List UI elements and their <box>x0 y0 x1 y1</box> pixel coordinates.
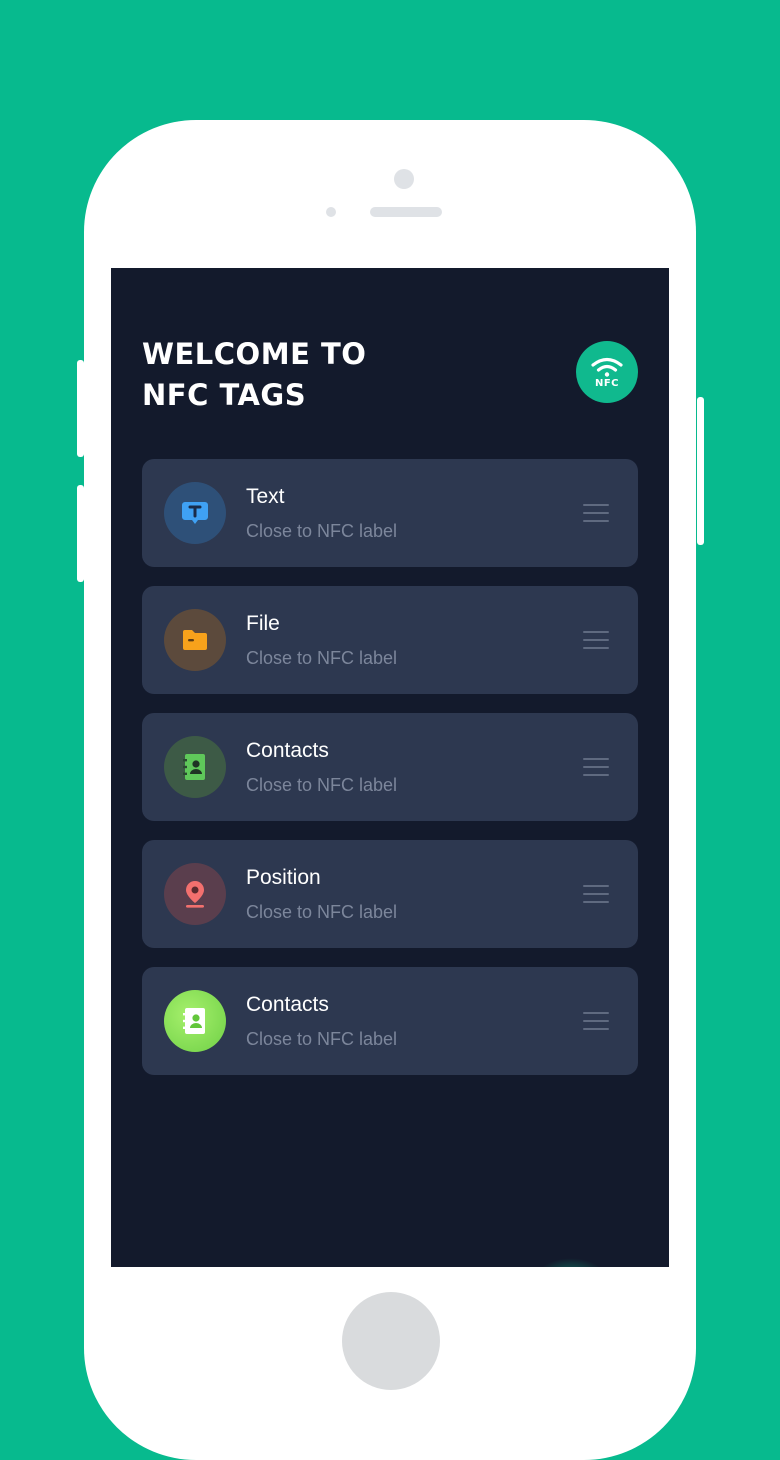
drag-handle-icon[interactable] <box>583 758 609 776</box>
item-subtitle: Close to NFC label <box>246 648 398 668</box>
list-item-position[interactable]: Position Close to NFC label <box>142 840 638 948</box>
item-title: Contacts <box>246 739 329 762</box>
app-screen: WELCOME TO NFC TAGS NFC Text Close to NF… <box>111 268 669 1267</box>
phone-mute-switch <box>77 360 84 457</box>
item-title: Contacts <box>246 993 329 1016</box>
icon-circle <box>164 609 226 671</box>
text-icon <box>182 502 208 524</box>
icon-circle <box>164 736 226 798</box>
page-title: WELCOME TO NFC TAGS <box>142 337 367 412</box>
earpiece-speaker <box>370 207 442 217</box>
drag-handle-icon[interactable] <box>583 1012 609 1030</box>
contact-book-icon <box>183 1008 205 1034</box>
item-title: Position <box>246 866 321 889</box>
tag-list: Text Close to NFC label File Close to NF… <box>142 459 638 1094</box>
wifi-icon <box>591 357 623 377</box>
drag-handle-icon[interactable] <box>583 885 609 903</box>
list-item-text[interactable]: Text Close to NFC label <box>142 459 638 567</box>
phone-volume-button <box>77 485 84 582</box>
phone-power-button <box>697 397 704 545</box>
list-item-contacts[interactable]: Contacts Close to NFC label <box>142 713 638 821</box>
fab-glow <box>536 1258 606 1267</box>
item-title: Text <box>246 485 285 508</box>
drag-handle-icon[interactable] <box>583 504 609 522</box>
drag-handle-icon[interactable] <box>583 631 609 649</box>
location-pin-icon <box>186 881 204 908</box>
contact-book-icon <box>183 754 205 780</box>
item-subtitle: Close to NFC label <box>246 521 398 541</box>
icon-circle <box>164 990 226 1052</box>
folder-icon <box>183 630 207 650</box>
item-title: File <box>246 612 280 635</box>
item-subtitle: Close to NFC label <box>246 775 398 795</box>
list-item-contacts[interactable]: Contacts Close to NFC label <box>142 967 638 1075</box>
nfc-badge[interactable]: NFC <box>576 341 638 403</box>
item-subtitle: Close to NFC label <box>246 902 398 922</box>
icon-circle <box>164 482 226 544</box>
home-button[interactable] <box>342 1292 440 1390</box>
proximity-sensor <box>326 207 336 217</box>
icon-circle <box>164 863 226 925</box>
nfc-badge-label: NFC <box>594 378 620 389</box>
list-item-file[interactable]: File Close to NFC label <box>142 586 638 694</box>
front-camera <box>394 169 414 189</box>
item-subtitle: Close to NFC label <box>246 1029 398 1049</box>
